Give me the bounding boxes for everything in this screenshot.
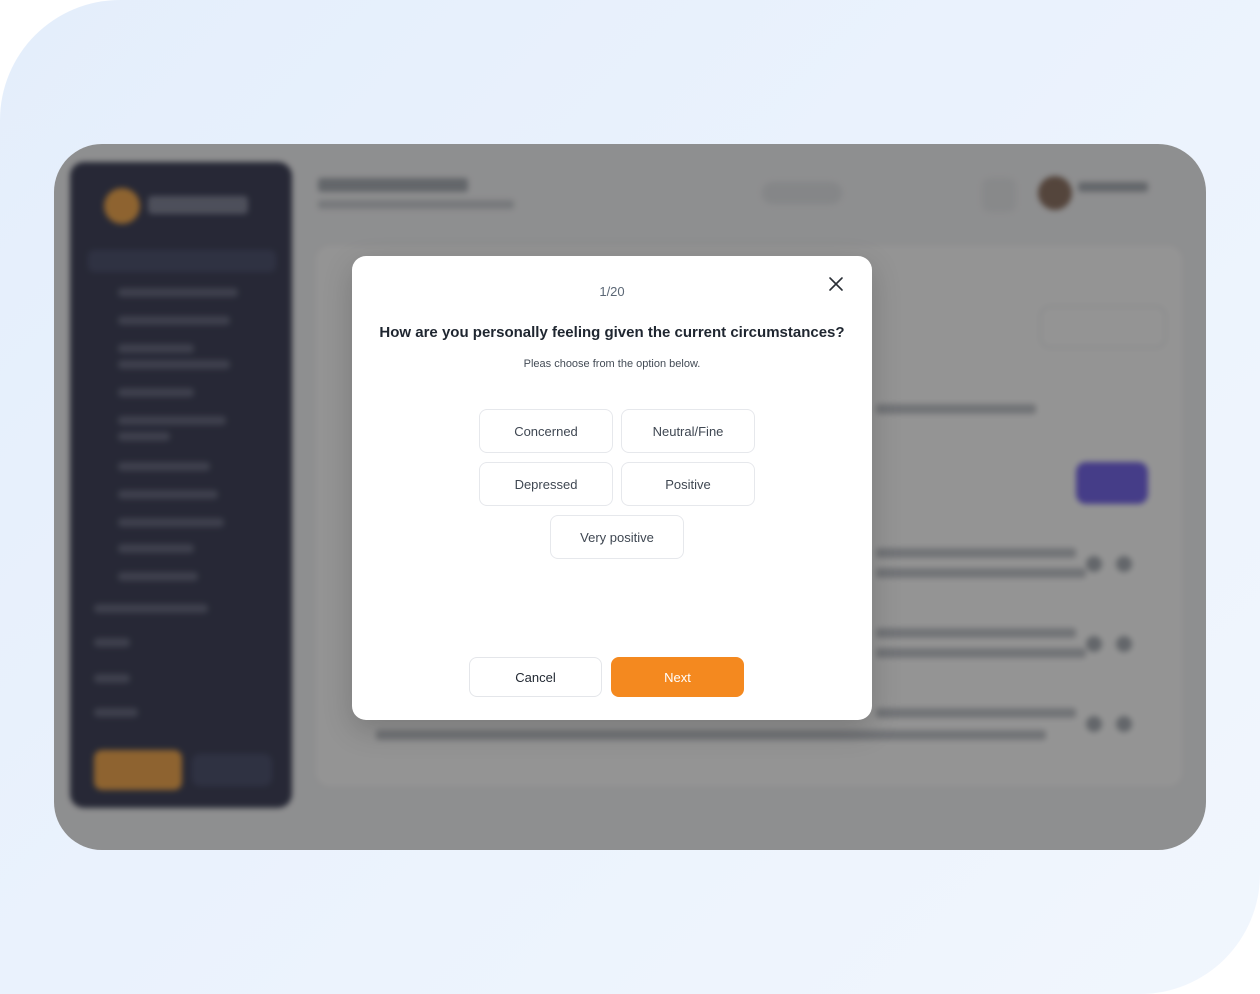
question-counter: 1/20 <box>599 284 625 299</box>
option-positive[interactable]: Positive <box>621 462 755 506</box>
page-background: 1/20 How are you personally feeling give… <box>0 0 1260 994</box>
cancel-button[interactable]: Cancel <box>469 657 602 697</box>
next-button[interactable]: Next <box>611 657 744 697</box>
option-very-positive[interactable]: Very positive <box>550 515 684 559</box>
option-neutral-fine[interactable]: Neutral/Fine <box>621 409 755 453</box>
option-concerned[interactable]: Concerned <box>479 409 613 453</box>
question-modal: 1/20 How are you personally feeling give… <box>352 256 872 720</box>
question-hint: Pleas choose from the option below. <box>523 358 701 370</box>
option-depressed[interactable]: Depressed <box>479 462 613 506</box>
question-text: How are you personally feeling given the… <box>379 324 845 341</box>
